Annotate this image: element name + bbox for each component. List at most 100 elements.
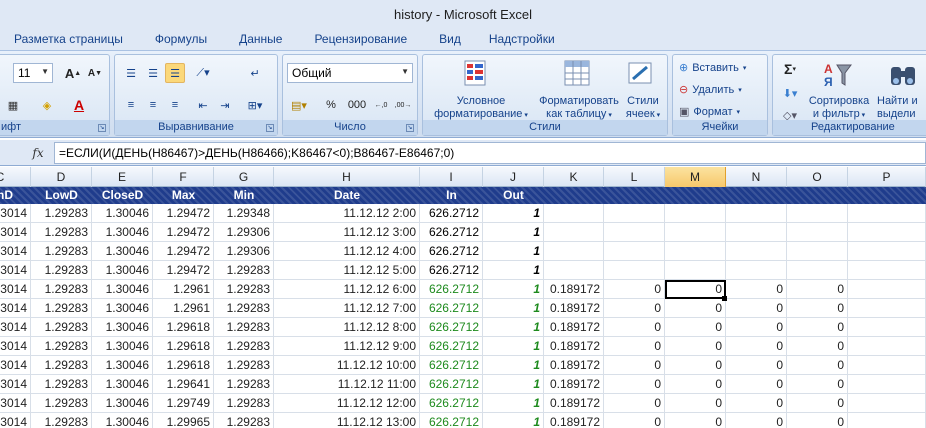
cell-g[interactable]: 1.29306: [214, 242, 274, 261]
conditional-formatting-button[interactable]: Условное форматирование ▾: [427, 95, 535, 122]
merge-center-icon[interactable]: ⊞▾: [245, 95, 265, 115]
tab-data[interactable]: Данные: [221, 32, 296, 46]
cell-h[interactable]: 11.12.12 2:00: [274, 204, 420, 223]
cell-c[interactable]: 3014: [0, 413, 31, 428]
cell-m[interactable]: [665, 223, 726, 242]
cell-m[interactable]: 0: [665, 394, 726, 413]
cell-p[interactable]: [848, 261, 926, 280]
cell-g[interactable]: 1.29348: [214, 204, 274, 223]
cell-m[interactable]: 0: [665, 413, 726, 428]
cell-i[interactable]: 626.2712: [420, 242, 483, 261]
cell-n[interactable]: 0: [726, 356, 787, 375]
cell-e[interactable]: 1.30046: [92, 337, 153, 356]
data-header-cell[interactable]: Max: [153, 187, 214, 204]
orientation-icon[interactable]: ⟋▾: [193, 63, 213, 83]
cell-g[interactable]: 1.29283: [214, 394, 274, 413]
column-header-o[interactable]: O: [787, 167, 848, 187]
cell-n[interactable]: 0: [726, 299, 787, 318]
cell-o[interactable]: 0: [787, 318, 848, 337]
cell-p[interactable]: [848, 299, 926, 318]
fill-icon[interactable]: ⬇▾: [777, 83, 803, 103]
dialog-launcher-icon[interactable]: ↘: [406, 124, 414, 132]
cell-k[interactable]: 0.189172: [544, 280, 604, 299]
cell-p[interactable]: [848, 337, 926, 356]
cell-i[interactable]: 626.2712: [420, 299, 483, 318]
cell-m[interactable]: [665, 261, 726, 280]
cell-e[interactable]: 1.30046: [92, 204, 153, 223]
cell-m[interactable]: 0: [665, 356, 726, 375]
increase-indent-icon[interactable]: ⇥: [215, 95, 235, 115]
cell-j[interactable]: 1: [483, 299, 544, 318]
cell-j[interactable]: 1: [483, 318, 544, 337]
cell-o[interactable]: [787, 204, 848, 223]
data-header-cell[interactable]: Out: [483, 187, 544, 204]
decrease-decimal-button[interactable]: ,00→: [393, 95, 413, 115]
cell-g[interactable]: 1.29283: [214, 356, 274, 375]
column-header-h[interactable]: H: [274, 167, 420, 187]
column-header-d[interactable]: D: [31, 167, 92, 187]
align-bottom-icon[interactable]: ☰: [165, 63, 185, 83]
cell-f[interactable]: 1.29965: [153, 413, 214, 428]
cell-m[interactable]: 0: [665, 337, 726, 356]
cell-d[interactable]: 1.29283: [31, 204, 92, 223]
cell-m[interactable]: [665, 242, 726, 261]
cell-o[interactable]: 0: [787, 356, 848, 375]
cell-j[interactable]: 1: [483, 337, 544, 356]
cell-g[interactable]: 1.29306: [214, 223, 274, 242]
cell-i[interactable]: 626.2712: [420, 204, 483, 223]
cell-k[interactable]: 0.189172: [544, 299, 604, 318]
cell-k[interactable]: 0.189172: [544, 356, 604, 375]
cell-n[interactable]: 0: [726, 375, 787, 394]
column-header-l[interactable]: L: [604, 167, 665, 187]
grow-font-button[interactable]: A ▲: [63, 63, 83, 83]
data-header-cell[interactable]: In: [420, 187, 483, 204]
cell-o[interactable]: 0: [787, 375, 848, 394]
cell-c[interactable]: 3014: [0, 223, 31, 242]
font-color-icon[interactable]: A: [69, 95, 89, 115]
cell-p[interactable]: [848, 242, 926, 261]
cell-j[interactable]: 1: [483, 394, 544, 413]
cell-k[interactable]: [544, 204, 604, 223]
column-header-m[interactable]: M: [665, 167, 726, 187]
cell-p[interactable]: [848, 394, 926, 413]
number-format-combo[interactable]: Общий ▼: [287, 63, 413, 83]
cell-e[interactable]: 1.30046: [92, 375, 153, 394]
cell-c[interactable]: 3014: [0, 280, 31, 299]
cell-d[interactable]: 1.29283: [31, 261, 92, 280]
cell-n[interactable]: [726, 204, 787, 223]
cell-c[interactable]: 3014: [0, 299, 31, 318]
cell-f[interactable]: 1.29618: [153, 356, 214, 375]
cell-k[interactable]: [544, 223, 604, 242]
align-right-icon[interactable]: ≡: [165, 95, 185, 115]
cell-m[interactable]: 0: [665, 280, 726, 299]
column-header-e[interactable]: E: [92, 167, 153, 187]
shrink-font-button[interactable]: A ▼: [85, 63, 105, 83]
cell-o[interactable]: [787, 242, 848, 261]
cell-g[interactable]: 1.29283: [214, 413, 274, 428]
tab-view[interactable]: Вид: [421, 32, 475, 46]
cell-h[interactable]: 11.12.12 10:00: [274, 356, 420, 375]
sort-filter-button[interactable]: Сортировка и фильтр ▾: [803, 95, 875, 122]
cell-j[interactable]: 1: [483, 413, 544, 428]
cell-g[interactable]: 1.29283: [214, 375, 274, 394]
cell-h[interactable]: 11.12.12 7:00: [274, 299, 420, 318]
cell-p[interactable]: [848, 375, 926, 394]
fill-color-icon[interactable]: ◈: [37, 95, 57, 115]
cell-p[interactable]: [848, 413, 926, 428]
cell-n[interactable]: 0: [726, 394, 787, 413]
data-header-cell[interactable]: [787, 187, 848, 204]
cell-n[interactable]: 0: [726, 280, 787, 299]
cell-h[interactable]: 11.12.12 13:00: [274, 413, 420, 428]
column-header-g[interactable]: G: [214, 167, 274, 187]
data-header-cell[interactable]: hD: [0, 187, 31, 204]
cell-g[interactable]: 1.29283: [214, 299, 274, 318]
cell-g[interactable]: 1.29283: [214, 337, 274, 356]
cell-h[interactable]: 11.12.12 4:00: [274, 242, 420, 261]
cell-f[interactable]: 1.29472: [153, 204, 214, 223]
cell-j[interactable]: 1: [483, 356, 544, 375]
cell-n[interactable]: 0: [726, 413, 787, 428]
cell-f[interactable]: 1.29618: [153, 337, 214, 356]
function-icon[interactable]: fx: [28, 144, 48, 162]
cell-m[interactable]: 0: [665, 375, 726, 394]
data-header-cell[interactable]: CloseD: [92, 187, 153, 204]
